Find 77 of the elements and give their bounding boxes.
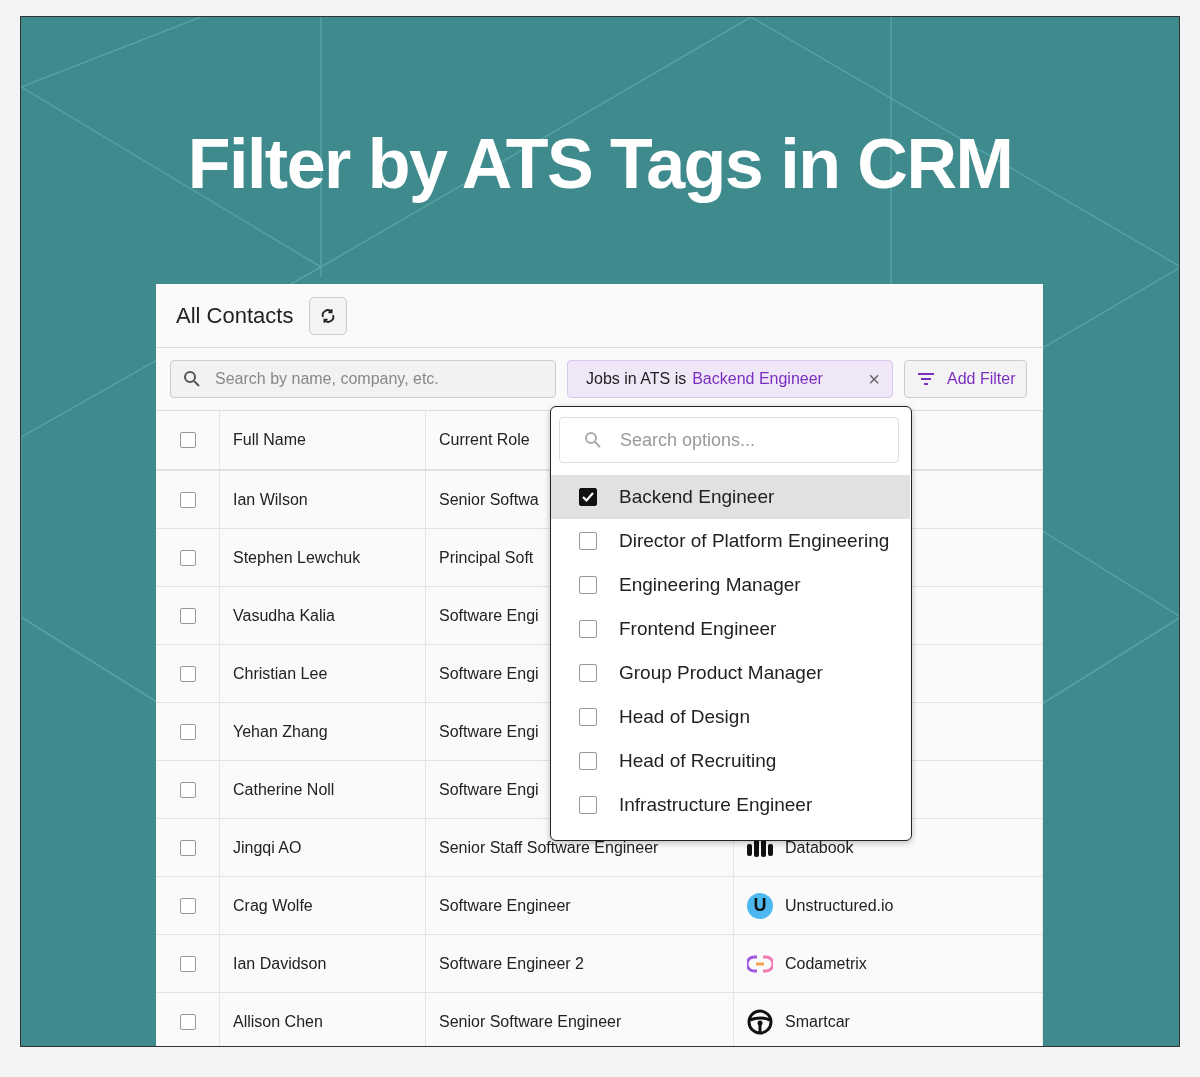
refresh-button[interactable]: [309, 296, 348, 335]
search-icon: [584, 431, 602, 449]
option-checkbox[interactable]: [579, 664, 597, 682]
option-label: Director of Platform Engineering: [619, 528, 890, 553]
contact-name: Christian Lee: [233, 663, 328, 684]
row-checkbox[interactable]: [179, 723, 196, 740]
contact-name: Crag Wolfe: [233, 895, 313, 916]
option-item[interactable]: Group Product Manager: [551, 651, 910, 695]
role-cell-text: Software Engi: [439, 721, 539, 742]
filter-label: Jobs in ATS is: [586, 369, 687, 389]
contact-name: Ian Davidson: [233, 953, 327, 974]
company-name: Smartcar: [785, 1011, 850, 1032]
role-cell-text: Senior Softwa: [439, 489, 539, 510]
option-label: Engineering Manager: [619, 572, 801, 597]
select-all-checkbox[interactable]: [179, 432, 196, 448]
option-label: Head of Recruiting: [619, 748, 777, 773]
option-checkbox[interactable]: [579, 532, 597, 550]
row-checkbox[interactable]: [179, 607, 196, 624]
company-logo-icon: U: [747, 892, 773, 919]
role-cell-text: Software Engi: [439, 663, 539, 684]
search-box[interactable]: Search by name, company, etc.: [170, 360, 556, 398]
steering-wheel-icon: [747, 1008, 773, 1035]
row-checkbox[interactable]: [179, 839, 196, 856]
role-cell-text: Software Engi: [439, 779, 539, 800]
option-item[interactable]: Head of Recruiting: [551, 739, 910, 783]
option-checkbox[interactable]: [579, 796, 597, 814]
company-name: Databook: [785, 837, 854, 858]
option-item[interactable]: Frontend Engineer: [551, 607, 910, 651]
option-label: Frontend Engineer: [619, 616, 777, 641]
row-checkbox[interactable]: [179, 665, 196, 682]
company-name: Codametrix: [785, 953, 867, 974]
row-checkbox[interactable]: [179, 491, 196, 508]
option-checkbox[interactable]: [579, 488, 597, 506]
option-label: Head of Design: [619, 704, 750, 729]
option-checkbox[interactable]: [579, 620, 597, 638]
filter-value: Backend Engineer: [692, 369, 823, 389]
remove-filter-button[interactable]: ×: [868, 369, 880, 389]
row-checkbox[interactable]: [179, 549, 196, 566]
option-checkbox[interactable]: [579, 576, 597, 594]
option-label: Backend Engineer: [619, 484, 775, 509]
contact-name: Jingqi AO: [233, 837, 302, 858]
options-search-box[interactable]: Search options...: [559, 417, 899, 463]
row-checkbox[interactable]: [179, 955, 196, 972]
option-item[interactable]: Backend Engineer: [551, 475, 910, 519]
options-search-field[interactable]: Search options...: [618, 425, 898, 455]
filter-chip[interactable]: Jobs in ATS is Backend Engineer ×: [567, 360, 893, 398]
contact-name: Yehan Zhang: [233, 721, 328, 742]
contact-name: Stephen Lewchuk: [233, 547, 361, 568]
role-cell-text: Software Engi: [439, 605, 539, 626]
option-item[interactable]: Engineering Manager: [551, 563, 910, 607]
row-checkbox[interactable]: [179, 1013, 196, 1030]
search-field[interactable]: Search by name, company, etc.: [213, 366, 555, 392]
row-checkbox[interactable]: [179, 897, 196, 914]
search-icon: [183, 370, 201, 388]
row-checkbox[interactable]: [179, 781, 196, 798]
option-item[interactable]: Director of Platform Engineering: [551, 519, 910, 563]
option-item[interactable]: Head of Design: [551, 695, 910, 739]
column-header: Current Role: [439, 430, 530, 450]
role-cell-text: Senior Software Engineer: [439, 1011, 622, 1032]
contact-name: Catherine Noll: [233, 779, 335, 800]
contact-name: Allison Chen: [233, 1011, 323, 1032]
contact-name: Vasudha Kalia: [233, 605, 335, 626]
option-checkbox[interactable]: [579, 708, 597, 726]
contact-name: Ian Wilson: [233, 489, 308, 510]
option-checkbox[interactable]: [579, 752, 597, 770]
option-item[interactable]: Infrastructure Engineer: [551, 783, 910, 827]
role-cell-text: Software Engineer: [439, 895, 571, 916]
company-name: Unstructured.io: [785, 895, 894, 916]
add-filter-button[interactable]: Add Filter: [904, 360, 1028, 398]
view-title: All Contacts: [176, 302, 294, 330]
option-label: Infrastructure Engineer: [619, 792, 813, 817]
role-cell-text: Software Engineer 2: [439, 953, 584, 974]
role-cell-text: Senior Staff Software Engineer: [439, 837, 659, 858]
filter-icon: [917, 372, 935, 386]
column-header: Full Name: [233, 430, 306, 450]
role-cell-text: Principal Soft: [439, 547, 534, 568]
option-label: Group Product Manager: [619, 660, 823, 685]
